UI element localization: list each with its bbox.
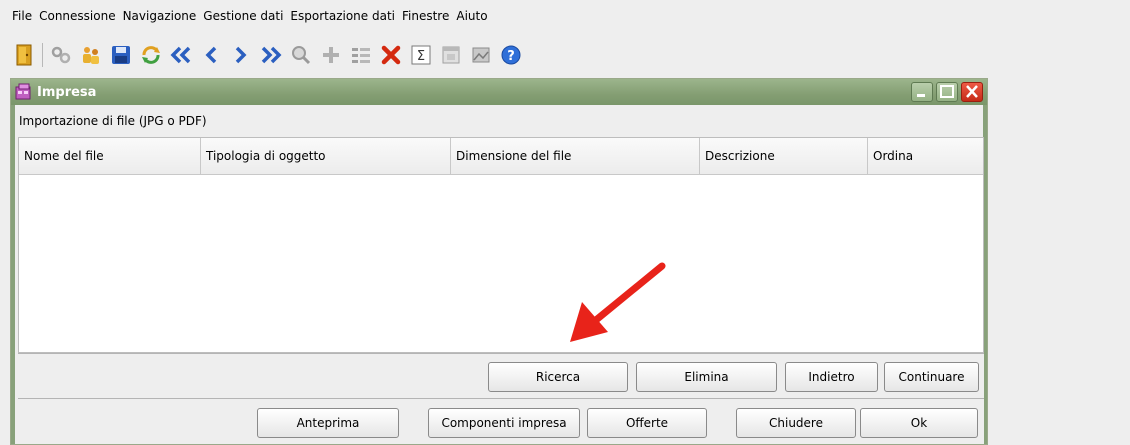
menu-aiuto[interactable]: Aiuto	[456, 9, 487, 23]
refresh-icon[interactable]	[139, 43, 163, 67]
column-label: Descrizione	[705, 149, 775, 163]
next-icon[interactable]	[229, 43, 253, 67]
menu-file[interactable]: File	[12, 9, 32, 23]
menu-esportazione-dati[interactable]: Esportazione dati	[290, 9, 395, 23]
column-label: Ordina	[873, 149, 914, 163]
svg-text:Σ: Σ	[417, 49, 425, 64]
sum-icon[interactable]: Σ	[409, 43, 433, 67]
annotation-arrow	[570, 262, 666, 342]
menu-connessione[interactable]: Connessione	[39, 9, 115, 23]
componenti-impresa-button[interactable]: Componenti impresa	[428, 408, 580, 438]
exit-icon[interactable]	[12, 43, 36, 67]
calendar-icon[interactable]	[439, 43, 463, 67]
files-table[interactable]: Nome del file Tipologia di oggetto Dimen…	[18, 137, 984, 353]
delete-icon[interactable]	[379, 43, 403, 67]
list-icon[interactable]	[349, 43, 373, 67]
help-icon[interactable]: ?	[499, 43, 523, 67]
column-nome-del-file[interactable]: Nome del file	[19, 138, 201, 174]
maximize-button[interactable]	[936, 82, 958, 102]
table-header: Nome del file Tipologia di oggetto Dimen…	[19, 138, 983, 175]
column-tipologia-di-oggetto[interactable]: Tipologia di oggetto	[201, 138, 451, 174]
close-button[interactable]	[961, 82, 983, 102]
actions-panel-top: Ricerca Elimina Indietro Continuare	[18, 353, 984, 398]
menu-navigazione[interactable]: Navigazione	[123, 9, 197, 23]
chiudere-button[interactable]: Chiudere	[736, 408, 856, 438]
search-icon[interactable]	[289, 43, 313, 67]
save-icon[interactable]	[109, 43, 133, 67]
window-titlebar[interactable]: Impresa	[11, 79, 987, 105]
ok-button[interactable]: Ok	[860, 408, 978, 438]
column-descrizione[interactable]: Descrizione	[700, 138, 868, 174]
menu-finestre[interactable]: Finestre	[402, 9, 449, 23]
window-app-icon	[14, 82, 34, 102]
toolbar: Σ ?	[12, 38, 529, 72]
last-icon[interactable]	[259, 43, 283, 67]
image-icon[interactable]	[469, 43, 493, 67]
column-label: Dimensione del file	[456, 149, 572, 163]
menu-gestione-dati[interactable]: Gestione dati	[203, 9, 283, 23]
window-content: Importazione di file (JPG o PDF) Nome de…	[11, 105, 987, 444]
impresa-window: Impresa Importazione di file (JPG o PDF)…	[10, 78, 988, 445]
tools-icon[interactable]	[49, 43, 73, 67]
toolbar-separator	[42, 43, 43, 67]
previous-icon[interactable]	[199, 43, 223, 67]
offerte-button[interactable]: Offerte	[587, 408, 707, 438]
column-label: Nome del file	[24, 149, 104, 163]
menu-bar: File Connessione Navigazione Gestione da…	[0, 0, 1130, 31]
add-icon[interactable]	[319, 43, 343, 67]
minimize-button[interactable]	[911, 82, 933, 102]
window-controls	[908, 82, 983, 102]
column-dimensione-del-file[interactable]: Dimensione del file	[451, 138, 700, 174]
window-title: Impresa	[37, 84, 97, 100]
column-ordina[interactable]: Ordina	[868, 138, 983, 174]
section-label: Importazione di file (JPG o PDF)	[19, 114, 207, 128]
indietro-button[interactable]: Indietro	[785, 362, 878, 392]
application-window: File Connessione Navigazione Gestione da…	[0, 0, 1130, 445]
continuare-button[interactable]: Continuare	[884, 362, 979, 392]
ricerca-button[interactable]: Ricerca	[488, 362, 628, 392]
svg-text:?: ?	[507, 49, 515, 64]
elimina-button[interactable]: Elimina	[636, 362, 777, 392]
anteprima-button[interactable]: Anteprima	[257, 408, 399, 438]
actions-panel-bottom: Anteprima Componenti impresa Offerte Chi…	[18, 398, 984, 444]
column-label: Tipologia di oggetto	[206, 149, 326, 163]
first-icon[interactable]	[169, 43, 193, 67]
users-icon[interactable]	[79, 43, 103, 67]
